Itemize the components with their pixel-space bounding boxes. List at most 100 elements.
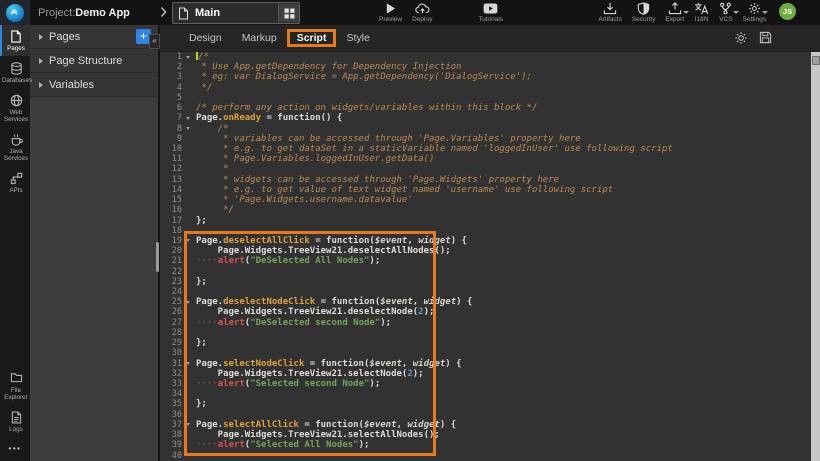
line-number: 11 [158,154,184,164]
topbar-action-artifacts[interactable]: Artifacts [593,0,626,23]
panel-collapse-button[interactable]: « [149,34,160,49]
topbar-action-deploy[interactable]: Deploy [407,0,437,23]
code-line[interactable]: 36 [158,410,811,420]
code-line[interactable]: 28 [158,328,811,338]
code-line[interactable]: 24 [158,287,811,297]
code-line[interactable]: 34 [158,389,811,399]
sidebar-item-web-services[interactable]: Web Services [0,89,30,127]
code-line[interactable]: 20 Page.Widgets.TreeView21.deselectAllNo… [158,246,811,256]
folder-icon [10,372,23,385]
open-page-tab[interactable]: Main [172,2,300,24]
code-line[interactable]: 9 * variables can be accessed through 'P… [158,134,811,144]
sidebar-item-file-explorer[interactable]: File Explorer [0,367,30,405]
chevron-right-icon[interactable] [160,5,167,19]
panel-section-page-structure[interactable]: Page Structure [30,49,158,73]
code-line[interactable]: 10 * e.g. to get dataSet in a staticVari… [158,144,811,154]
code-line[interactable]: 11 * Page.Variables.loggedInUser.getData… [158,154,811,164]
sidebar-item-logs[interactable]: Logs [0,406,30,437]
fold-gutter [184,226,192,236]
script-settings-button[interactable] [734,31,748,45]
code-line[interactable]: 40 [158,451,811,461]
code-line[interactable]: 7Page.onReady = function() { [158,113,811,123]
code-line[interactable]: 14 * e.g. to get value of text widget na… [158,185,811,195]
code-token: $event [369,359,402,369]
panel-section-variables[interactable]: Variables [30,73,158,97]
code-line[interactable]: 5 [158,93,811,103]
tab-design[interactable]: Design [182,32,229,44]
code-line[interactable]: 6/* perform any action on widgets/variab… [158,103,811,113]
topbar-action-vcs[interactable]: VCS [714,0,737,23]
code-line[interactable]: 4 */ [158,83,811,93]
topbar-action-preview[interactable]: Preview [374,0,407,23]
code-line[interactable]: 18 [158,226,811,236]
sidebar-item-java-services[interactable]: Java Services [0,128,30,166]
topbar-action-settings[interactable]: Settings [738,0,772,23]
script-editor[interactable]: 1/*2 * Use App.getDependency for Depende… [158,52,820,461]
code-line[interactable]: 35}; [158,399,811,409]
topbar-action-tutorials[interactable]: Tutorials [473,0,508,23]
code-line[interactable]: 29}; [158,338,811,348]
code-text: Page.onReady = function() { [192,113,342,123]
more-options-button[interactable]: ••• [0,438,30,461]
code-line[interactable]: 26 Page.Widgets.TreeView21.deselectNode(… [158,307,811,317]
user-avatar[interactable]: JS [779,3,796,20]
code-line[interactable]: 1/* [158,52,811,62]
code-line[interactable]: 3 * eg: var DialogService = App.getDepen… [158,72,811,82]
code-token: ) { [456,297,472,307]
page-switcher-button[interactable] [278,4,299,22]
topbar-action-i18n[interactable]: I18N [689,0,714,23]
app-logo[interactable] [0,0,30,25]
code-line[interactable]: 2 * Use App.getDependency for Dependency… [158,62,811,72]
code-line[interactable]: 32 Page.Widgets.TreeView21.selectNode(2)… [158,369,811,379]
code-line[interactable]: 38 Page.Widgets.TreeView21.selectAllNode… [158,430,811,440]
code-line[interactable]: 39····alert("Selected All Nodes"); [158,440,811,450]
upload-tray-icon [668,2,682,15]
code-line[interactable]: 17}; [158,216,811,226]
code-token: $event [380,297,413,307]
code-line[interactable]: 15 * 'Page.Widgets.username.datavalue' [158,195,811,205]
tab-script[interactable]: Script [290,32,334,44]
code-token: = function( [315,297,380,307]
panel-section-pages[interactable]: Pages + [30,25,158,49]
editor-scrollbar[interactable] [811,52,820,461]
code-text [192,287,196,297]
code-token: ); [369,256,380,266]
fold-gutter[interactable] [184,359,192,369]
topbar-action-label: Export [665,16,684,23]
code-line[interactable]: 23}; [158,277,811,287]
code-text: /* [192,124,229,134]
code-token: deselectAllClick [223,236,310,246]
tab-style[interactable]: Style [339,32,376,44]
code-line[interactable]: 27····alert("DeSelected second Node"); [158,318,811,328]
code-line[interactable]: 19Page.deselectAllClick = function($even… [158,236,811,246]
code-line[interactable]: 33····alert("Selected second Node"); [158,379,811,389]
save-button[interactable] [759,31,772,45]
fold-gutter[interactable] [184,124,192,134]
tab-markup[interactable]: Markup [235,32,284,44]
code-line[interactable]: 30 [158,348,811,358]
sidebar-item-databases[interactable]: Databases [0,57,30,88]
code-token: $event [375,236,408,246]
sidebar-item-apis[interactable]: APIs [0,167,30,198]
panel-resize-handle[interactable] [156,242,159,272]
fold-gutter[interactable] [184,420,192,430]
code-line[interactable]: 21····alert("DeSelected All Nodes"); [158,256,811,266]
code-line[interactable]: 13 * widgets can be accessed through 'Pa… [158,175,811,185]
code-token: , [402,359,413,369]
topbar-action-security[interactable]: Security [627,0,660,23]
code-line[interactable]: 25Page.deselectNodeClick = function($eve… [158,297,811,307]
fold-gutter[interactable] [184,113,192,123]
code-line[interactable]: 31Page.selectNodeClick = function($event… [158,359,811,369]
code-line[interactable]: 37Page.selectAllClick = function($event,… [158,420,811,430]
fold-gutter[interactable] [184,52,192,62]
code-line[interactable]: 8 /* [158,124,811,134]
topbar-action-export[interactable]: Export [660,0,689,23]
code-token: }; [196,277,207,287]
code-line[interactable]: 16 */ [158,205,811,215]
sidebar-item-pages[interactable]: Pages [0,25,30,56]
code-line[interactable]: 12 * [158,164,811,174]
code-line[interactable]: 22 [158,267,811,277]
fold-gutter[interactable] [184,297,192,307]
fold-gutter[interactable] [184,236,192,246]
fold-marker-icon [186,423,190,426]
